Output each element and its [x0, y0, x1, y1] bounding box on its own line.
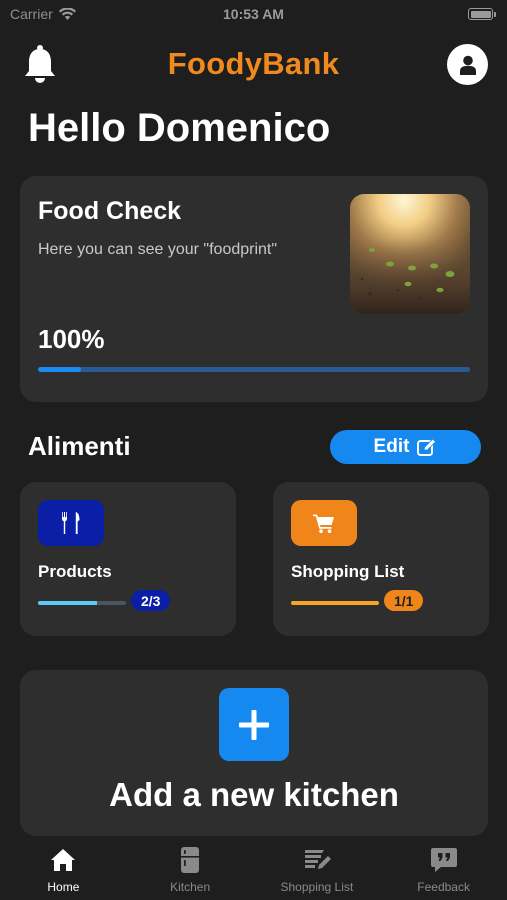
feedback-icon: [429, 846, 459, 874]
edit-button[interactable]: Edit: [330, 430, 481, 464]
brand-logo: FoodyBank: [167, 46, 340, 81]
fridge-icon: [175, 846, 205, 874]
food-check-progress-bar: [38, 367, 470, 372]
products-icon-tile: [38, 500, 104, 546]
tab-feedback[interactable]: Feedback: [380, 838, 507, 900]
add-kitchen-button[interactable]: [219, 688, 289, 761]
shopping-list-progress-bar: [291, 601, 379, 605]
seedlings-photo: [350, 194, 470, 314]
products-title: Products: [38, 562, 112, 581]
status-time: 10:53 AM: [223, 6, 284, 22]
add-kitchen-card[interactable]: Add a new kitchen: [20, 670, 488, 836]
food-check-card[interactable]: Food Check Here you can see your "foodpr…: [20, 176, 488, 402]
profile-button[interactable]: [447, 44, 488, 85]
shopping-list-progress-fill: [291, 601, 379, 605]
shopping-list-icon-tile: [291, 500, 357, 546]
battery-icon: [468, 8, 496, 20]
status-bar: Carrier 10:53 AM: [0, 0, 507, 30]
greeting-title: Hello Domenico: [28, 106, 331, 150]
user-icon: [459, 55, 476, 75]
products-count-badge: 2/3: [131, 590, 171, 611]
home-icon: [48, 846, 78, 874]
tab-kitchen[interactable]: Kitchen: [127, 838, 254, 900]
tab-home[interactable]: Home: [0, 838, 127, 900]
tab-shopping-list[interactable]: Shopping List: [254, 838, 381, 900]
products-progress-fill: [38, 601, 97, 605]
shopping-list-count-badge: 1/1: [384, 590, 424, 611]
products-progress-bar: [38, 601, 126, 605]
tab-kitchen-label: Kitchen: [170, 880, 211, 894]
add-kitchen-label: Add a new kitchen: [109, 776, 399, 813]
edit-button-label: Edit: [373, 436, 410, 457]
cart-icon: [313, 514, 334, 533]
food-check-title: Food Check: [38, 197, 182, 225]
products-card[interactable]: Products 2/3: [20, 482, 236, 636]
food-check-percentage: 100%: [38, 324, 105, 354]
tab-bar: Home Kitchen Shopping List Feedback: [0, 838, 507, 900]
app-header: FoodyBank: [0, 38, 507, 92]
tab-home-label: Home: [47, 880, 80, 894]
food-check-progress-fill: [38, 367, 82, 372]
tab-shopping-list-label: Shopping List: [280, 880, 354, 894]
alimenti-title: Alimenti: [28, 431, 131, 461]
food-check-subtitle: Here you can see your "foodprint": [38, 241, 278, 258]
plus-icon: [239, 709, 269, 740]
shopping-list-title: Shopping List: [291, 562, 405, 581]
tab-feedback-label: Feedback: [417, 880, 470, 894]
shopping-list-card[interactable]: Shopping List 1/1: [273, 482, 489, 636]
utensils-icon: [62, 512, 80, 534]
shopping-list-icon: [302, 846, 332, 874]
edit-icon: [417, 438, 437, 456]
